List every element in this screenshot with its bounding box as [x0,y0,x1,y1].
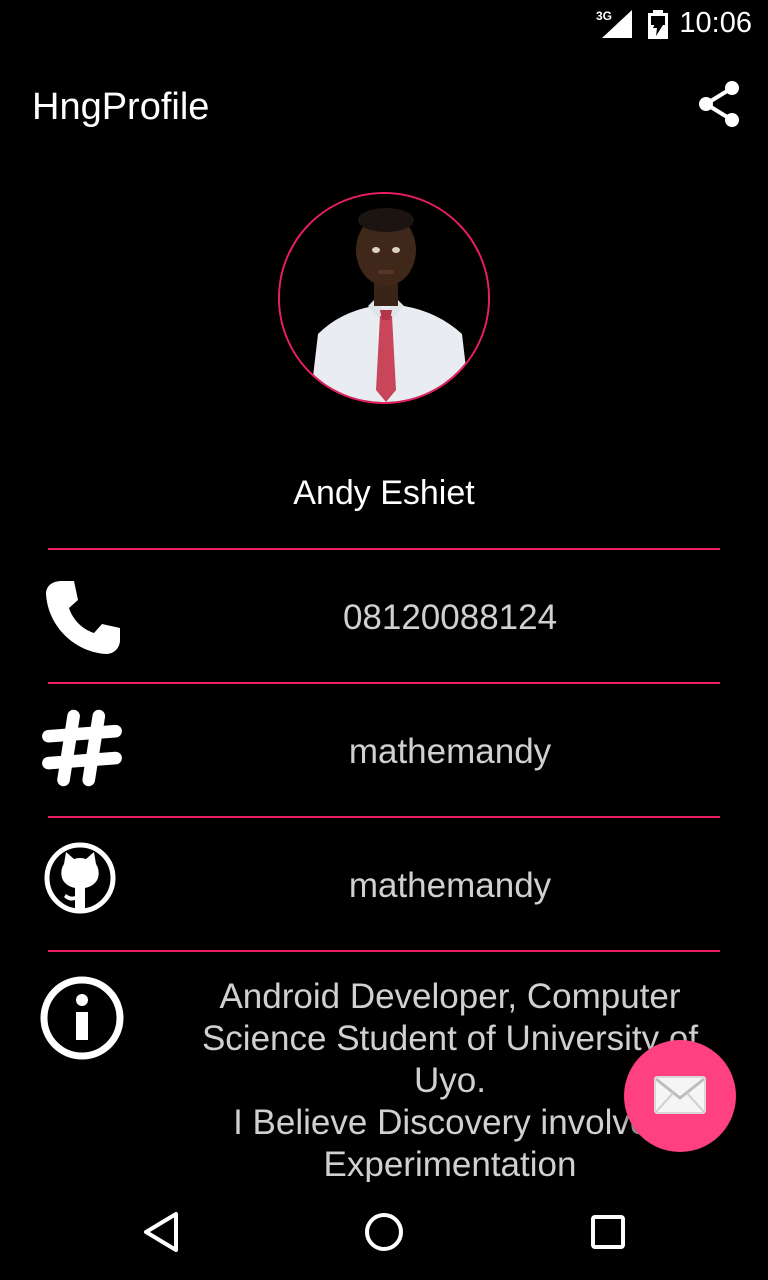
divider [48,816,720,818]
share-icon[interactable] [694,78,746,130]
hash-icon[interactable] [40,706,124,790]
profile-avatar [278,192,490,404]
info-icon [40,976,124,1060]
profile-name: Andy Eshiet [293,474,475,512]
status-time: 10:06 [679,7,752,39]
slack-username[interactable]: mathemandy [180,732,720,772]
phone-number[interactable]: 08120088124 [180,598,720,638]
app-bar: HngProfile [0,50,768,162]
divider [48,682,720,684]
battery-icon [648,10,668,39]
home-icon[interactable] [354,1202,414,1262]
mail-icon [654,1076,706,1114]
email-fab-button[interactable] [624,1040,736,1152]
status-bar: 3G 10:06 [0,0,768,50]
signal-icon [602,10,632,38]
recents-icon[interactable] [578,1202,638,1262]
divider [48,950,720,952]
avatar-portrait [280,194,488,402]
navigation-bar [0,1182,768,1280]
divider [48,548,720,550]
github-username[interactable]: mathemandy [180,866,720,906]
back-icon[interactable] [130,1202,190,1262]
app-title: HngProfile [32,86,210,128]
phone-icon[interactable] [40,576,124,660]
github-icon[interactable] [40,840,124,924]
screen: 3G 10:06 HngProfile Andy Eshiet 08120088… [0,0,768,1280]
